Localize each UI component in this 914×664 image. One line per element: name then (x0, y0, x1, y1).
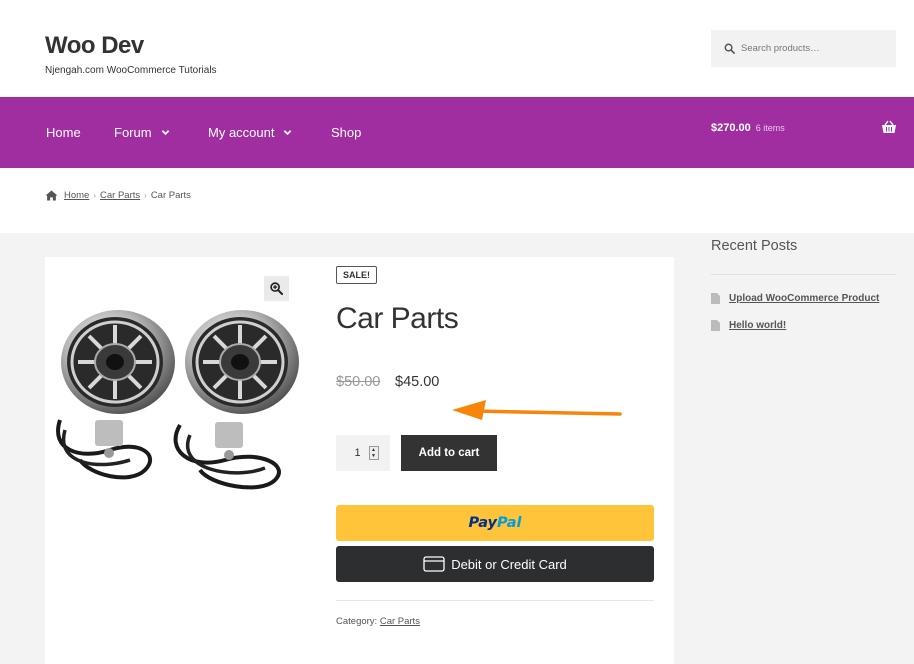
chevron-down-icon (284, 130, 292, 136)
nav-item-label: Forum (114, 125, 152, 140)
divider (711, 274, 896, 275)
credit-card-icon (423, 556, 445, 572)
document-icon (711, 293, 720, 304)
image-zoom-button[interactable] (264, 276, 289, 301)
annotation-arrow-icon (452, 400, 622, 420)
category-label: Category: (336, 616, 378, 627)
site-title[interactable]: Woo Dev (45, 32, 144, 60)
nav-item-label: Shop (331, 125, 362, 140)
recent-post-link[interactable]: Upload WooCommerce Product (729, 293, 879, 304)
site-header: Woo Dev Njengah.com WooCommerce Tutorial… (0, 0, 914, 97)
nav-item-my-account[interactable]: My account (208, 125, 292, 140)
price-sale: $45.00 (395, 374, 440, 390)
breadcrumb-separator: › (144, 191, 147, 200)
primary-navigation: Home Forum My account Shop $270.00 6 ite… (0, 97, 914, 168)
header-cart[interactable]: $270.00 6 items (711, 122, 785, 134)
paypal-button[interactable]: Pay Pal (336, 505, 654, 541)
search-icon (724, 43, 735, 54)
recent-post-item[interactable]: Hello world! (711, 320, 786, 331)
zoom-in-icon (270, 282, 283, 295)
nav-item-home[interactable]: Home (46, 125, 81, 140)
home-icon (45, 190, 58, 201)
breadcrumb-home-link[interactable]: Home (64, 190, 89, 201)
recent-post-item[interactable]: Upload WooCommerce Product (711, 293, 879, 304)
quantity-spinner[interactable]: ▲ ▼ (368, 446, 379, 460)
price-original: $50.00 (336, 374, 381, 390)
breadcrumb-separator: › (93, 191, 97, 200)
paypal-logo-pay: Pay (468, 515, 498, 531)
debit-credit-card-button[interactable]: Debit or Credit Card (336, 546, 654, 582)
sidebar-title: Recent Posts (711, 238, 798, 254)
divider (336, 600, 654, 601)
nav-item-label: Home (46, 125, 81, 140)
product-title: Car Parts (336, 302, 459, 335)
paypal-logo-pal: Pal (497, 515, 522, 531)
nav-item-forum[interactable]: Forum (114, 125, 170, 140)
quantity-input[interactable] (347, 447, 368, 459)
breadcrumb-category-link[interactable]: Car Parts (100, 190, 140, 201)
chevron-down-icon[interactable]: ▼ (370, 453, 378, 459)
breadcrumb-current: Car Parts (150, 190, 191, 201)
basket-icon[interactable] (881, 120, 897, 134)
chevron-down-icon (161, 130, 169, 136)
card-button-label: Debit or Credit Card (451, 556, 567, 572)
search-input[interactable] (741, 43, 891, 54)
cart-count: 6 items (755, 123, 785, 133)
nav-item-shop[interactable]: Shop (331, 125, 361, 140)
quantity-stepper[interactable]: ▲ ▼ (336, 435, 390, 471)
cart-total: $270.00 (711, 122, 751, 134)
product-image[interactable] (50, 300, 305, 505)
breadcrumb: Home › Car Parts › Car Parts (45, 190, 191, 201)
sale-badge: SALE! (336, 266, 377, 284)
search-box[interactable] (711, 30, 896, 67)
nav-item-label: My account (208, 125, 275, 140)
product-category: Category: Car Parts (336, 616, 420, 627)
recent-post-link[interactable]: Hello world! (729, 320, 786, 331)
document-icon (711, 320, 720, 331)
site-description: Njengah.com WooCommerce Tutorials (45, 65, 217, 76)
category-link[interactable]: Car Parts (380, 616, 420, 627)
add-to-cart-button[interactable]: Add to cart (401, 435, 497, 471)
